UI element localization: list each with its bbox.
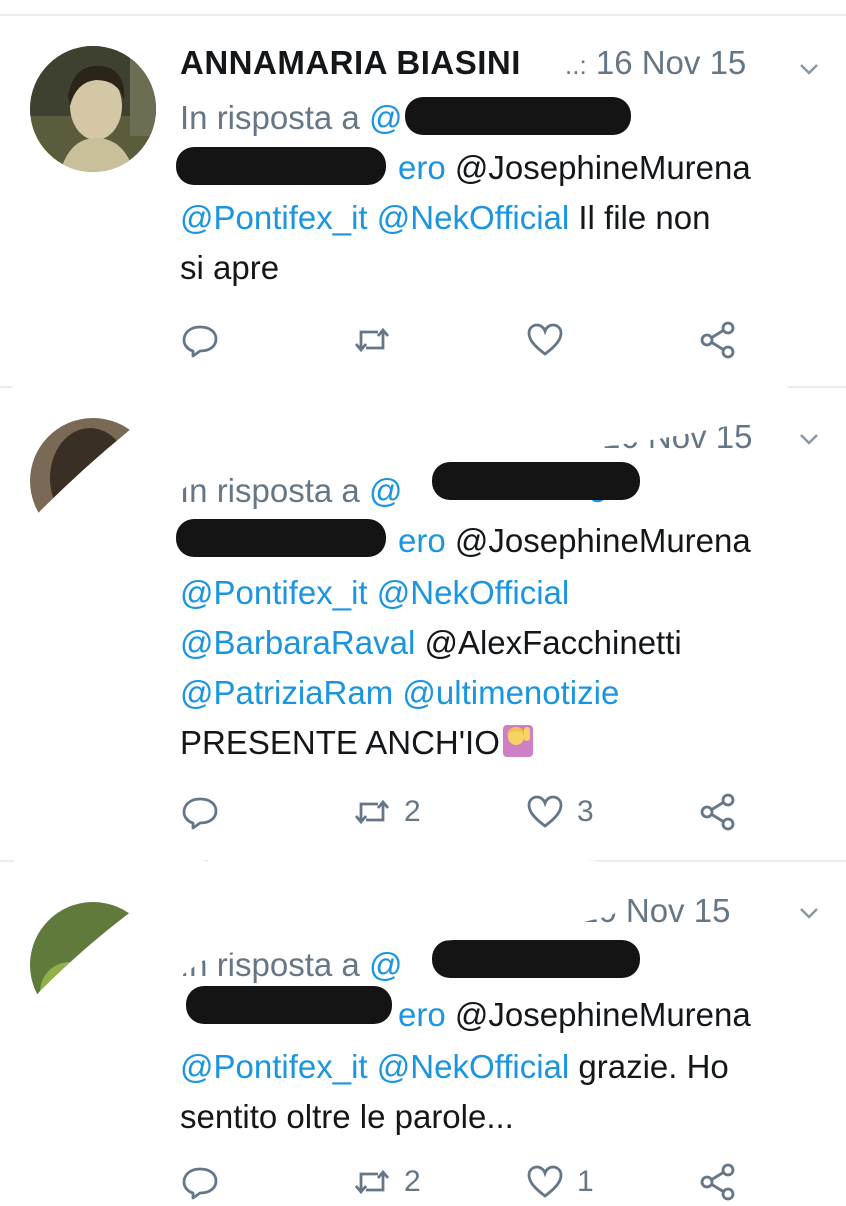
tweet-1[interactable]: ANNAMARIA BIASINI ..: 16 Nov 15 In rispo… [0, 0, 846, 385]
date-label: 16 Nov 15 [595, 44, 747, 81]
tweet-text: grazie. Ho [569, 1048, 729, 1085]
tweet-text-line: @Pontifex_it @NekOfficial grazie. Ho [180, 1042, 729, 1092]
tweet-text-line: @Pontifex_it @NekOfficial [180, 568, 569, 618]
retweet-button[interactable]: 2 [352, 1162, 421, 1202]
date-label: 20 Nov 15 [580, 892, 731, 929]
retweet-count: 2 [404, 1165, 421, 1198]
retweet-icon [354, 799, 390, 825]
tweet-text-line: @BarbaraRaval @AlexFacchinetti [180, 618, 682, 668]
reply-button[interactable] [180, 320, 220, 360]
redaction [432, 462, 640, 500]
share-icon [700, 793, 735, 831]
tweet-text: Il file non [569, 199, 711, 236]
share-button[interactable] [698, 320, 738, 360]
mention-josephine[interactable]: @JosephineMurena [455, 996, 751, 1033]
mention-josephine[interactable]: @JosephineMurena [455, 149, 751, 186]
avatar[interactable] [30, 902, 156, 1028]
retweet-icon [354, 327, 390, 353]
mention-ultimenotizie[interactable]: @ultimenotizie [402, 674, 619, 711]
chevron-down-icon[interactable] [798, 902, 820, 924]
redaction [432, 940, 640, 978]
tweet-text-line: sentito oltre le parole... [180, 1092, 514, 1142]
reply-prefix: In risposta a [180, 99, 360, 136]
mention-nek[interactable]: @NekOfficial [377, 1048, 569, 1085]
like-count: 3 [577, 795, 594, 828]
share-icon [700, 321, 735, 359]
redaction [176, 519, 386, 557]
tweet-date[interactable]: 16 Nov 15 [602, 418, 752, 456]
reply-handle-start[interactable]: @ [369, 99, 403, 136]
reply-icon [182, 325, 218, 358]
like-count: 1 [577, 1165, 594, 1198]
avatar[interactable] [30, 46, 156, 172]
mention-nek[interactable]: @NekOfficial [377, 199, 569, 236]
tweet-text-line: @Pontifex_it @NekOfficial Il file non [180, 193, 710, 243]
share-button[interactable] [698, 792, 738, 832]
mention-patrizia[interactable]: @PatriziaRam [180, 674, 393, 711]
like-icon [527, 1165, 563, 1198]
tweet-text: PRESENTE ANCH'IO [180, 724, 500, 761]
reply-button[interactable] [180, 792, 220, 832]
reply-handle-start[interactable]: @ [369, 946, 403, 983]
retweet-button[interactable] [352, 320, 404, 360]
mention-end[interactable]: ero [398, 522, 446, 559]
reply-icon [182, 797, 218, 830]
reply-button[interactable] [180, 1162, 220, 1202]
tweet-actions: 2 3 [180, 792, 780, 836]
avatar[interactable] [30, 418, 156, 544]
mention-alex[interactable]: @AlexFacchinetti [415, 624, 681, 661]
like-icon [527, 323, 563, 356]
mention-nek[interactable]: @NekOfficial [377, 574, 569, 611]
retweet-button[interactable]: 2 [352, 792, 421, 832]
tweet-text: si apre [180, 249, 280, 286]
tweet-3[interactable]: 20 Nov 15 In risposta a @o ero @Josephin… [0, 862, 846, 1201]
redaction [405, 97, 631, 135]
redaction [186, 986, 392, 1024]
reply-handle-start[interactable]: @ [369, 472, 403, 509]
tweet-actions: 2 1 [180, 1162, 780, 1206]
tweet-date[interactable]: 20 Nov 15 [580, 892, 730, 930]
tweet-date[interactable]: ..: 16 Nov 15 [565, 44, 746, 82]
mention-pontifex[interactable]: @Pontifex_it [180, 199, 368, 236]
mention-end[interactable]: ero [398, 149, 446, 186]
share-icon [700, 1163, 735, 1201]
mention-pontifex[interactable]: @Pontifex_it [180, 1048, 368, 1085]
tweet-text-line: @PatriziaRam @ultimenotizie [180, 668, 619, 718]
tweet-2[interactable]: 16 Nov 15 In risposta a @o ero @Josephin… [0, 388, 846, 858]
mention-end[interactable]: ero [398, 996, 446, 1033]
reply-prefix: In risposta a [180, 472, 360, 509]
mention-barbara[interactable]: @BarbaraRaval [180, 624, 415, 661]
retweet-icon [354, 1169, 390, 1195]
raising-hand-emoji [502, 725, 533, 757]
share-button[interactable] [698, 1162, 738, 1202]
tweet-text-line: PRESENTE ANCH'IO [180, 718, 534, 768]
author-name[interactable]: ANNAMARIA BIASINI [180, 44, 521, 82]
reply-prefix: In risposta a [180, 946, 360, 983]
like-button[interactable] [525, 320, 577, 360]
chevron-down-icon[interactable] [798, 58, 820, 80]
mention-pontifex[interactable]: @Pontifex_it [180, 574, 368, 611]
reply-icon [182, 1167, 218, 1200]
mention-josephine[interactable]: @JosephineMurena [455, 522, 751, 559]
separator: ..: [565, 50, 587, 80]
retweet-count: 2 [404, 795, 421, 828]
tweet-actions [180, 320, 780, 364]
like-icon [527, 795, 563, 828]
tweet-text: sentito oltre le parole... [180, 1098, 514, 1135]
tweet-text-line: si apre [180, 243, 279, 293]
chevron-down-icon[interactable] [798, 428, 820, 450]
like-button[interactable]: 3 [525, 792, 594, 832]
like-button[interactable]: 1 [525, 1162, 594, 1202]
date-label: 16 Nov 15 [602, 418, 753, 455]
redaction [176, 147, 386, 185]
